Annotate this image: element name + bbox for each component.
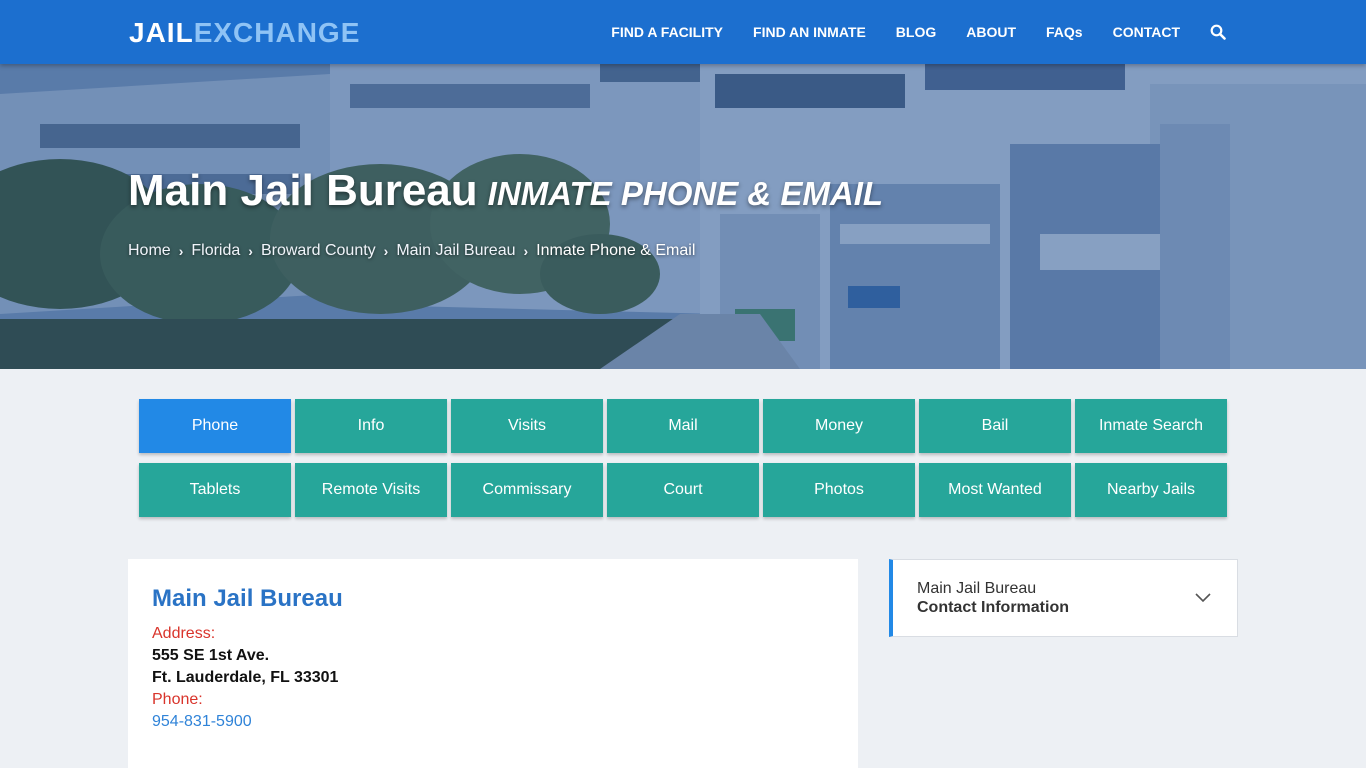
breadcrumb-home[interactable]: Home: [128, 242, 171, 260]
breadcrumb: Home › Florida › Broward County › Main J…: [128, 242, 695, 260]
contact-info-accordion[interactable]: Main Jail Bureau Contact Information: [889, 559, 1238, 637]
button-commissary[interactable]: Commissary: [451, 463, 603, 517]
button-bail[interactable]: Bail: [919, 399, 1071, 453]
facility-name: Main Jail Bureau: [152, 585, 343, 612]
button-most-wanted[interactable]: Most Wanted: [919, 463, 1071, 517]
phone-number-link[interactable]: 954-831-5900: [152, 711, 834, 733]
button-court[interactable]: Court: [607, 463, 759, 517]
hero-overlay: [0, 64, 1366, 369]
button-inmate-search[interactable]: Inmate Search: [1075, 399, 1227, 453]
chevron-right-icon: ›: [248, 243, 253, 259]
search-icon[interactable]: [1210, 24, 1226, 40]
breadcrumb-facility[interactable]: Main Jail Bureau: [396, 242, 515, 260]
logo-part-exchange: EXCHANGE: [193, 17, 361, 48]
button-tablets[interactable]: Tablets: [139, 463, 291, 517]
button-money[interactable]: Money: [763, 399, 915, 453]
breadcrumb-current: Inmate Phone & Email: [536, 242, 696, 259]
chevron-right-icon: ›: [383, 243, 389, 259]
nav-about[interactable]: ABOUT: [966, 24, 1016, 40]
button-info[interactable]: Info: [295, 399, 447, 453]
facility-section-buttons: Phone Info Visits Mail Money Bail Inmate…: [139, 399, 1227, 517]
site-logo[interactable]: JAILEXCHANGE: [129, 17, 360, 49]
page-subtitle: INMATE PHONE & EMAIL: [487, 175, 884, 212]
chevron-down-icon[interactable]: [1193, 588, 1213, 608]
hero-banner: Main Jail Bureau INMATE PHONE & EMAIL Hom…: [0, 64, 1366, 369]
button-remote-visits[interactable]: Remote Visits: [295, 463, 447, 517]
nav-find-inmate[interactable]: FIND AN INMATE: [753, 24, 866, 40]
page-title: Main Jail Bureau INMATE PHONE & EMAIL: [128, 166, 883, 216]
address-line-1: 555 SE 1st Ave.: [152, 647, 270, 664]
main-nav: FIND A FACILITY FIND AN INMATE BLOG ABOU…: [581, 0, 1226, 64]
phone-label: Phone:: [152, 691, 203, 708]
logo-part-jail: JAIL: [129, 17, 194, 48]
facility-contact-card: Main Jail Bureau Address: 555 SE 1st Ave…: [128, 559, 858, 768]
breadcrumb-county[interactable]: Broward County: [261, 242, 376, 260]
button-phone[interactable]: Phone: [139, 399, 291, 453]
nav-blog[interactable]: BLOG: [896, 24, 936, 40]
button-photos[interactable]: Photos: [763, 463, 915, 517]
top-navigation-bar: JAILEXCHANGE FIND A FACILITY FIND AN INM…: [0, 0, 1366, 64]
breadcrumb-state[interactable]: Florida: [191, 242, 240, 260]
button-nearby-jails[interactable]: Nearby Jails: [1075, 463, 1227, 517]
accordion-heading: Contact Information: [917, 599, 1069, 616]
address-label: Address:: [152, 625, 216, 642]
nav-find-facility[interactable]: FIND A FACILITY: [611, 24, 723, 40]
nav-faqs[interactable]: FAQs: [1046, 24, 1083, 40]
accordion-facility-name: Main Jail Bureau: [917, 580, 1037, 597]
facility-title: Main Jail Bureau: [128, 166, 478, 215]
button-visits[interactable]: Visits: [451, 399, 603, 453]
address-line-2: Ft. Lauderdale, FL 33301: [152, 669, 339, 686]
chevron-right-icon: ›: [523, 243, 529, 259]
button-mail[interactable]: Mail: [607, 399, 759, 453]
nav-contact[interactable]: CONTACT: [1113, 24, 1180, 40]
chevron-right-icon: ›: [178, 243, 184, 259]
